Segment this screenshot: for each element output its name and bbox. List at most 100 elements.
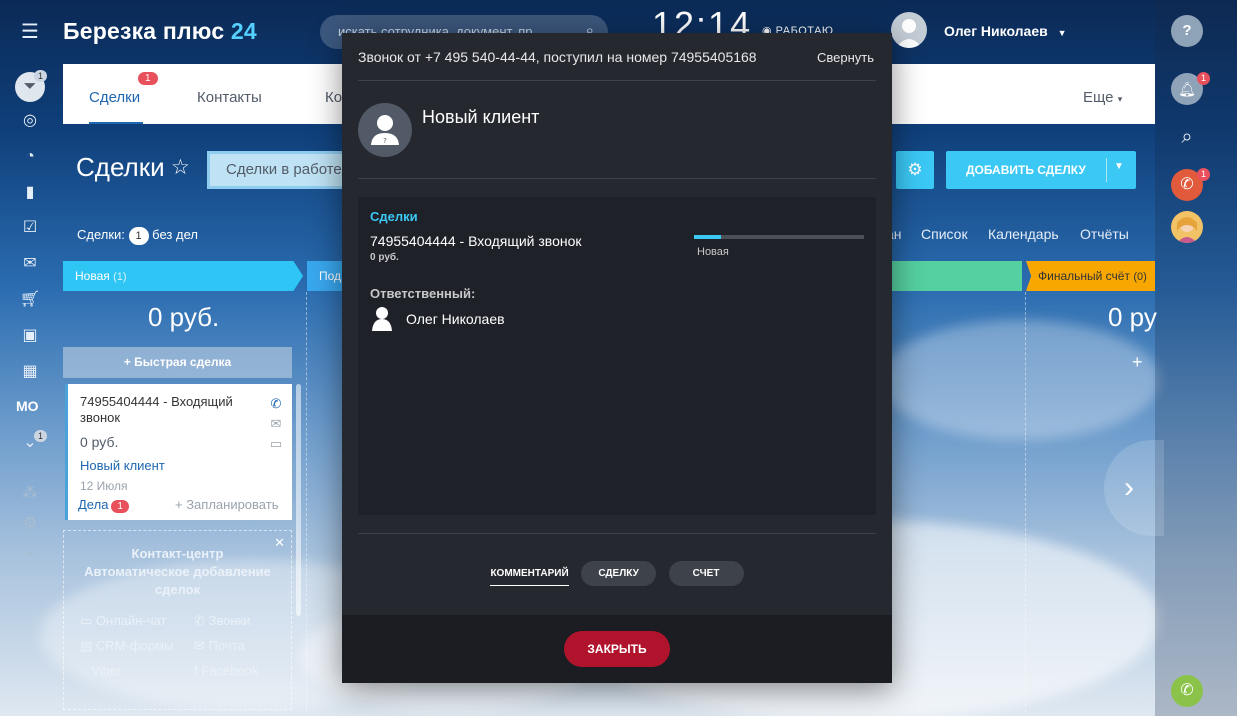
form-icon: ▤ bbox=[80, 638, 93, 653]
plan-link[interactable]: + Запланировать bbox=[175, 497, 278, 512]
right-sidebar: ? 🔔︎ 1 ⌕ ✆ 1 ✆ bbox=[1155, 0, 1237, 716]
collapse-button[interactable]: Свернуть bbox=[817, 50, 874, 65]
scrollbar[interactable] bbox=[296, 384, 301, 616]
call-info: Звонок от +7 495 540-44-44, поступил на … bbox=[358, 49, 757, 65]
create-invoice-button[interactable]: СЧЕТ bbox=[668, 561, 744, 586]
close-icon[interactable]: ✕ bbox=[274, 535, 285, 551]
avatar[interactable] bbox=[891, 12, 927, 48]
column-new[interactable]: Новая (1) bbox=[63, 261, 303, 291]
column-sum: 0 руб. bbox=[148, 302, 220, 332]
call-icon[interactable]: ✆ bbox=[1171, 675, 1203, 707]
contact-center-panel: ✕ Контакт-центр Автоматическое добавлени… bbox=[63, 530, 292, 710]
chevron-right-icon: › bbox=[1124, 471, 1134, 504]
filter-badge: 1 bbox=[34, 70, 48, 82]
portal-logo[interactable]: Березка плюс 24 bbox=[63, 18, 257, 45]
create-deal-button[interactable]: СДЕЛКУ bbox=[581, 561, 657, 586]
tab-deals[interactable]: Сделки bbox=[89, 89, 140, 106]
create-actions: КОММЕНТАРИЙ СДЕЛКУ СЧЕТ bbox=[342, 561, 892, 586]
deal-card-actions: ✆ ✉ ▭ bbox=[268, 394, 284, 454]
close-button[interactable]: ЗАКРЫТЬ bbox=[564, 631, 670, 667]
deal-client-link[interactable]: Новый клиент bbox=[80, 458, 280, 473]
bar-chart-icon[interactable]: ▮ bbox=[18, 181, 42, 205]
page-title: Сделки bbox=[76, 152, 165, 182]
column-sum-final: 0 ру bbox=[1108, 302, 1157, 332]
mail-icon: ✉ bbox=[194, 638, 205, 653]
call-badge: 1 bbox=[1197, 168, 1211, 181]
facebook-icon: f bbox=[194, 663, 198, 678]
star-icon[interactable]: ☆ bbox=[171, 155, 190, 180]
deal-card[interactable]: 74955404444 - Входящий звонок 0 руб. Нов… bbox=[65, 384, 292, 520]
search-icon[interactable]: ⌕ bbox=[1171, 121, 1203, 153]
deal-title[interactable]: 74955404444 - Входящий звонок bbox=[80, 394, 255, 426]
cc-online-chat[interactable]: ▭ Онлайн-чат bbox=[80, 613, 166, 629]
contact-center-title: Контакт-центр Автоматическое добавление … bbox=[84, 546, 271, 597]
deal-date: 12 Июля bbox=[80, 479, 128, 493]
tab-companies[interactable]: Ко bbox=[325, 89, 342, 106]
view-reports[interactable]: Отчёты bbox=[1080, 226, 1129, 242]
cc-viber[interactable]: ◌ Viber bbox=[80, 663, 121, 678]
logo-number: 24 bbox=[230, 18, 257, 44]
phone-icon[interactable]: ✆ bbox=[268, 394, 284, 414]
window-icon[interactable]: ▣ bbox=[18, 324, 42, 348]
column-divider bbox=[1025, 292, 1026, 712]
settings-button[interactable]: ⚙ bbox=[896, 151, 934, 189]
column-divider bbox=[306, 292, 307, 712]
target-icon[interactable]: ◎ bbox=[18, 109, 42, 133]
chevron-down-icon: ▼ bbox=[1057, 28, 1067, 38]
stage-progress-fill bbox=[694, 235, 722, 239]
tab-contacts[interactable]: Контакты bbox=[197, 89, 262, 106]
deal-link[interactable]: 74955404444 - Входящий звонок bbox=[370, 233, 582, 249]
clock-icon[interactable]: ◔ bbox=[18, 145, 42, 169]
incoming-call-dialog: Звонок от +7 495 540-44-44, поступил на … bbox=[342, 33, 892, 683]
cc-mail[interactable]: ✉ Почта bbox=[194, 638, 245, 654]
user-menu[interactable]: Олег Николаев ▼ bbox=[944, 23, 1067, 39]
responsible-name[interactable]: Олег Николаев bbox=[406, 311, 505, 327]
grid-icon[interactable]: ▦ bbox=[18, 360, 42, 384]
divider bbox=[358, 533, 876, 534]
cart-icon[interactable]: 🛒︎ bbox=[18, 288, 42, 312]
mail-icon[interactable]: ✉ bbox=[268, 414, 284, 434]
dialog-footer: ЗАКРЫТЬ bbox=[342, 615, 892, 683]
responsible-label: Ответственный: bbox=[370, 286, 476, 301]
deal-sum: 0 руб. bbox=[80, 434, 119, 450]
comment-button[interactable]: КОММЕНТАРИЙ bbox=[490, 562, 569, 586]
chevron-down-icon[interactable]: ▼ bbox=[1114, 161, 1124, 172]
tab-more[interactable]: Еще ▾ bbox=[1083, 89, 1122, 106]
tab-underline bbox=[89, 122, 143, 124]
view-calendar[interactable]: Календарь bbox=[988, 226, 1059, 242]
client-name: Новый клиент bbox=[422, 107, 540, 127]
gear-icon: ⚙ bbox=[907, 160, 923, 179]
filter-input[interactable]: Сделки в работе bbox=[207, 151, 347, 189]
contact-avatar[interactable] bbox=[1171, 211, 1203, 243]
menu-icon[interactable]: ☰ bbox=[18, 20, 42, 44]
mail-icon[interactable]: ✉ bbox=[18, 252, 42, 276]
divider bbox=[358, 80, 876, 81]
deal-info-panel: Сделки 74955404444 - Входящий звонок 0 р… bbox=[358, 197, 876, 515]
deal-tasks-link[interactable]: Дела 1 bbox=[78, 497, 129, 513]
view-list[interactable]: Список bbox=[921, 226, 968, 242]
divider bbox=[358, 178, 876, 179]
column-green[interactable] bbox=[892, 261, 1022, 291]
quick-deal-button[interactable]: + Быстрая сделка bbox=[63, 347, 292, 378]
help-icon[interactable]: ? bbox=[1171, 15, 1203, 47]
task-icon[interactable]: ☑ bbox=[18, 216, 42, 240]
add-deal-button[interactable]: ДОБАВИТЬ СДЕЛКУ ▼ bbox=[946, 151, 1136, 189]
add-icon[interactable]: + bbox=[18, 542, 42, 566]
section-label: Сделки bbox=[370, 209, 418, 224]
marketplace-label[interactable]: МО bbox=[16, 398, 39, 414]
cc-crm-forms[interactable]: ▤ CRM-формы bbox=[80, 638, 173, 654]
notify-badge: 1 bbox=[1197, 72, 1211, 85]
settings-icon[interactable]: ⚙ bbox=[18, 512, 42, 536]
cc-facebook[interactable]: f Facebook bbox=[194, 663, 258, 678]
structure-icon[interactable]: ⁂ bbox=[18, 482, 42, 506]
chat-icon[interactable]: ▭ bbox=[268, 434, 284, 454]
stage-label: Новая bbox=[697, 246, 729, 258]
more-badge: 1 bbox=[34, 430, 48, 442]
deals-count-badge[interactable]: 1 bbox=[128, 227, 149, 245]
viber-icon: ◌ bbox=[80, 663, 88, 678]
column-final-invoice[interactable]: Финальный счёт (0) bbox=[1026, 261, 1155, 291]
add-icon[interactable]: + bbox=[1132, 352, 1143, 373]
cc-calls[interactable]: ✆ Звонки bbox=[194, 613, 251, 629]
deal-sum: 0 руб. bbox=[370, 252, 399, 263]
button-divider bbox=[1106, 158, 1107, 182]
